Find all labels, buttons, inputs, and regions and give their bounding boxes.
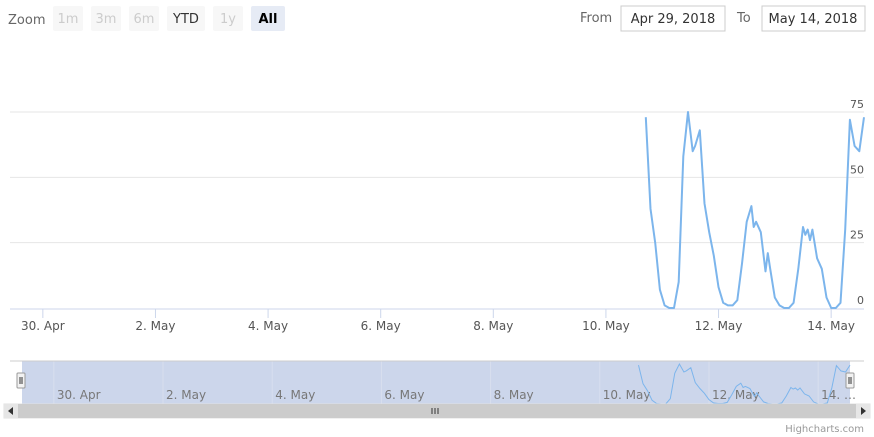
x-tick-label: 30. Apr xyxy=(21,319,65,333)
x-tick-label: 8. May xyxy=(473,319,513,333)
y-tick-label: 0 xyxy=(857,294,864,307)
scroll-left-button[interactable] xyxy=(4,404,18,418)
zoom-button-ytd[interactable]: YTD xyxy=(167,6,205,31)
zoom-button-label: 6m xyxy=(134,12,155,27)
zoom-button-label: 1y xyxy=(220,12,236,27)
y-gridlines xyxy=(10,111,864,244)
zoom-button-label: 3m xyxy=(96,12,117,27)
x-tick-label: 14. May xyxy=(807,319,855,333)
from-date-value: Apr 29, 2018 xyxy=(631,12,716,27)
main-series-line xyxy=(644,111,865,309)
zoom-button-label: 1m xyxy=(58,12,79,27)
y-tick-label: 25 xyxy=(850,229,864,242)
scrollbar[interactable] xyxy=(3,403,871,419)
from-date-input[interactable]: Apr 29, 2018 xyxy=(620,5,726,32)
zoom-button-1m[interactable]: 1m xyxy=(53,6,83,31)
scrollbar-thumb[interactable] xyxy=(18,404,856,418)
stock-chart: Zoom 1m 3m 6m YTD 1y All From Apr 29, 2018 To… xyxy=(3,5,871,435)
y-tick-label: 75 xyxy=(850,98,864,111)
navigator-tick-label: 14. … xyxy=(821,388,856,402)
zoom-button-all[interactable]: All xyxy=(251,6,285,31)
navigator-tick-label: 6. May xyxy=(384,388,424,402)
zoom-button-label: All xyxy=(259,12,278,27)
zoom-button-3m[interactable]: 3m xyxy=(91,6,121,31)
zoom-button-label: YTD xyxy=(172,12,199,27)
x-tick-label: 4. May xyxy=(248,319,288,333)
zoom-button-1y[interactable]: 1y xyxy=(213,6,243,31)
navigator-tick-label: 2. May xyxy=(166,388,206,402)
to-label: To xyxy=(736,11,751,26)
navigator-tick-label: 8. May xyxy=(494,388,534,402)
to-date-input[interactable]: May 14, 2018 xyxy=(761,5,866,32)
from-label: From xyxy=(580,11,612,26)
x-tick-label: 10. May xyxy=(582,319,630,333)
zoom-buttons: 1m 3m 6m YTD 1y All xyxy=(53,6,285,31)
x-axis-ticks xyxy=(42,309,832,318)
to-date-value: May 14, 2018 xyxy=(769,12,858,27)
x-tick-label: 12. May xyxy=(695,319,743,333)
x-axis-labels: 30. Apr 2. May 4. May 6. May 8. May 10. May 12… xyxy=(21,319,855,333)
navigator-tick-label: 10. May xyxy=(603,388,651,402)
zoom-button-6m[interactable]: 6m xyxy=(129,6,159,31)
x-tick-label: 2. May xyxy=(135,319,175,333)
navigator-right-handle[interactable] xyxy=(845,372,855,389)
zoom-label: Zoom xyxy=(8,13,45,28)
x-tick-label: 6. May xyxy=(361,319,401,333)
navigator-tick-label: 12. May xyxy=(712,388,760,402)
credits-link[interactable]: Highcharts.com xyxy=(785,424,864,435)
scroll-right-button[interactable] xyxy=(856,404,870,418)
navigator-tick-label: 4. May xyxy=(275,388,315,402)
navigator-left-handle[interactable] xyxy=(16,372,26,389)
y-tick-label: 50 xyxy=(850,163,864,176)
navigator-tick-label: 30. Apr xyxy=(57,388,101,402)
